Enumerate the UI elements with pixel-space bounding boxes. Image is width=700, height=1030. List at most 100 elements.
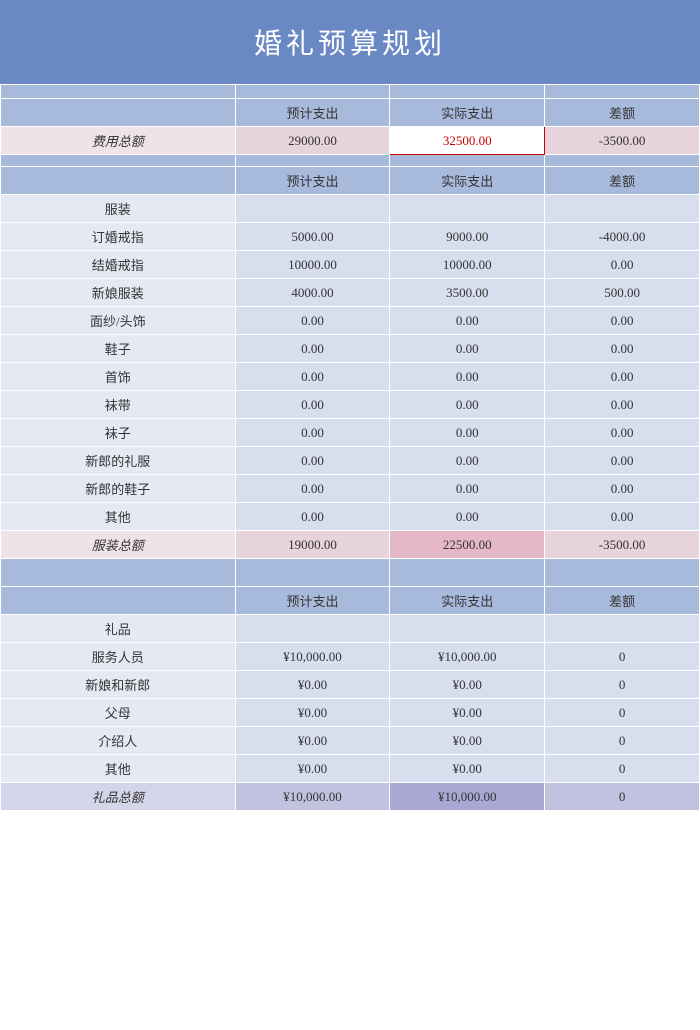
budget-table: 预计支出 实际支出 差额 费用总额 29000.00 32500.00 -350… (0, 84, 700, 811)
total-actual: 32500.00 (390, 127, 545, 155)
budget-document: 婚礼预算规划 预计支出 实际支出 差额 费用总额 29000.00 32500.… (0, 0, 700, 811)
table-row: 袜带0.000.000.00 (1, 391, 700, 419)
table-row: 首饰0.000.000.00 (1, 363, 700, 391)
table-row: 鞋子0.000.000.00 (1, 335, 700, 363)
row-expected: ¥0.00 (235, 755, 390, 783)
row-expected: 4000.00 (235, 279, 390, 307)
row-expected: 0.00 (235, 307, 390, 335)
section2-name: 礼品 (1, 615, 236, 643)
row-actual: 0.00 (390, 503, 545, 531)
table-row: 新郎的鞋子0.000.000.00 (1, 475, 700, 503)
row-diff: 0.00 (545, 391, 700, 419)
row-actual: 3500.00 (390, 279, 545, 307)
row-label: 面纱/头饰 (1, 307, 236, 335)
table-row: 新娘和新郎¥0.00¥0.000 (1, 671, 700, 699)
row-actual: 10000.00 (390, 251, 545, 279)
row-expected: 0.00 (235, 447, 390, 475)
row-diff: 0.00 (545, 419, 700, 447)
section1-name-row: 服装 (1, 195, 700, 223)
table-row: 其他¥0.00¥0.000 (1, 755, 700, 783)
row-actual: 0.00 (390, 363, 545, 391)
row-actual: 0.00 (390, 307, 545, 335)
row-actual: 0.00 (390, 419, 545, 447)
subtotal-actual: ¥10,000.00 (390, 783, 545, 811)
table-row: 介绍人¥0.00¥0.000 (1, 727, 700, 755)
row-actual: ¥0.00 (390, 671, 545, 699)
subtotal-label: 服装总额 (1, 531, 236, 559)
row-diff: 500.00 (545, 279, 700, 307)
table-row: 袜子0.000.000.00 (1, 419, 700, 447)
section2-name-row: 礼品 (1, 615, 700, 643)
spacer (1, 559, 700, 587)
row-diff: 0.00 (545, 503, 700, 531)
row-diff: -4000.00 (545, 223, 700, 251)
row-diff: 0.00 (545, 363, 700, 391)
subtotal-expected: ¥10,000.00 (235, 783, 390, 811)
row-label: 服务人员 (1, 643, 236, 671)
row-actual: ¥0.00 (390, 699, 545, 727)
table-row: 新郎的礼服0.000.000.00 (1, 447, 700, 475)
table-row: 订婚戒指5000.009000.00-4000.00 (1, 223, 700, 251)
row-diff: 0.00 (545, 335, 700, 363)
col-actual: 实际支出 (390, 99, 545, 127)
row-expected: 0.00 (235, 419, 390, 447)
col-diff: 差额 (545, 587, 700, 615)
row-diff: 0.00 (545, 447, 700, 475)
subtotal-diff: 0 (545, 783, 700, 811)
row-expected: ¥10,000.00 (235, 643, 390, 671)
header-row: 预计支出 实际支出 差额 (1, 99, 700, 127)
row-diff: 0 (545, 727, 700, 755)
row-expected: 0.00 (235, 363, 390, 391)
total-diff: -3500.00 (545, 127, 700, 155)
row-actual: 9000.00 (390, 223, 545, 251)
row-label: 袜子 (1, 419, 236, 447)
spacer (1, 155, 700, 167)
row-label: 结婚戒指 (1, 251, 236, 279)
row-label: 鞋子 (1, 335, 236, 363)
row-label: 袜带 (1, 391, 236, 419)
row-label: 其他 (1, 503, 236, 531)
row-expected: 0.00 (235, 503, 390, 531)
row-actual: 0.00 (390, 391, 545, 419)
row-diff: 0.00 (545, 307, 700, 335)
subtotal-diff: -3500.00 (545, 531, 700, 559)
row-label: 新郎的鞋子 (1, 475, 236, 503)
col-diff: 差额 (545, 167, 700, 195)
row-actual: ¥0.00 (390, 727, 545, 755)
total-label: 费用总额 (1, 127, 236, 155)
section1-subtotal: 服装总额 19000.00 22500.00 -3500.00 (1, 531, 700, 559)
row-diff: 0.00 (545, 251, 700, 279)
row-label: 首饰 (1, 363, 236, 391)
table-row: 结婚戒指10000.0010000.000.00 (1, 251, 700, 279)
row-expected: ¥0.00 (235, 671, 390, 699)
section1-header: 预计支出 实际支出 差额 (1, 167, 700, 195)
row-expected: 10000.00 (235, 251, 390, 279)
table-row: 服务人员¥10,000.00¥10,000.000 (1, 643, 700, 671)
row-diff: 0 (545, 699, 700, 727)
row-diff: 0.00 (545, 475, 700, 503)
col-expected: 预计支出 (235, 587, 390, 615)
col-actual: 实际支出 (390, 167, 545, 195)
row-label: 介绍人 (1, 727, 236, 755)
total-row: 费用总额 29000.00 32500.00 -3500.00 (1, 127, 700, 155)
row-diff: 0 (545, 671, 700, 699)
row-expected: ¥0.00 (235, 699, 390, 727)
row-expected: 0.00 (235, 475, 390, 503)
col-actual: 实际支出 (390, 587, 545, 615)
spacer (1, 85, 700, 99)
row-expected: 0.00 (235, 391, 390, 419)
row-label: 新娘和新郎 (1, 671, 236, 699)
row-actual: 0.00 (390, 335, 545, 363)
row-actual: ¥10,000.00 (390, 643, 545, 671)
row-actual: ¥0.00 (390, 755, 545, 783)
col-diff: 差额 (545, 99, 700, 127)
table-row: 其他0.000.000.00 (1, 503, 700, 531)
table-row: 面纱/头饰0.000.000.00 (1, 307, 700, 335)
col-expected: 预计支出 (235, 99, 390, 127)
row-label: 新娘服装 (1, 279, 236, 307)
row-diff: 0 (545, 755, 700, 783)
row-label: 订婚戒指 (1, 223, 236, 251)
row-label: 父母 (1, 699, 236, 727)
total-expected: 29000.00 (235, 127, 390, 155)
row-label: 其他 (1, 755, 236, 783)
